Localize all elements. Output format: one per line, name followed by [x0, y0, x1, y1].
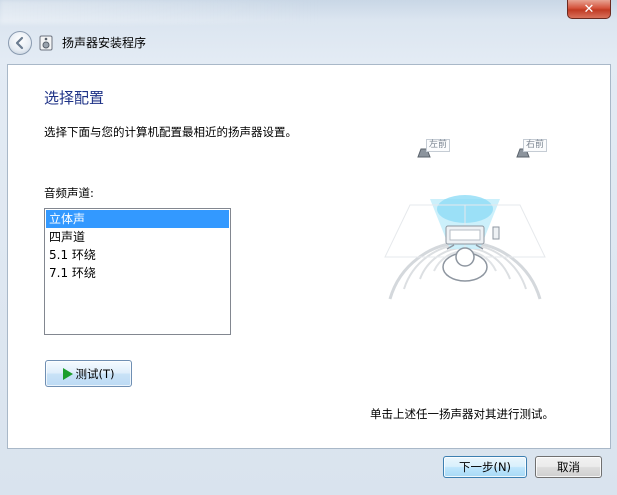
front-right-speaker-label[interactable]: 右前 — [523, 139, 548, 152]
back-arrow-icon — [15, 36, 24, 50]
close-icon: ✕ — [583, 1, 595, 17]
speaker-diagram: 左前 右前 — [380, 139, 550, 321]
channel-label: 音频声道: — [44, 186, 94, 200]
speaker-layout-graphic — [384, 148, 546, 300]
front-left-speaker-label[interactable]: 左前 — [426, 139, 451, 152]
window-title: 扬声器安装程序 — [62, 36, 147, 50]
channel-list[interactable]: 立体声 四声道 5.1 环绕 7.1 环绕 — [44, 208, 231, 335]
test-button[interactable]: 测试(T) — [45, 360, 132, 387]
list-item-5-1[interactable]: 5.1 环绕 — [46, 246, 229, 264]
next-button[interactable]: 下一步(N) — [443, 456, 527, 478]
back-button[interactable] — [8, 31, 32, 55]
content-panel: 选择配置 选择下面与您的计算机配置最相近的扬声器设置。 音频声道: 立体声 四声… — [7, 64, 611, 449]
cancel-button[interactable]: 取消 — [535, 456, 602, 478]
list-item-stereo[interactable]: 立体声 — [46, 210, 229, 228]
list-item-7-1[interactable]: 7.1 环绕 — [46, 264, 229, 282]
instruction-text: 选择下面与您的计算机配置最相近的扬声器设置。 — [44, 125, 297, 139]
window-frame: ✕ 扬声器安装程序 选择配置 选择下面与您的计算机配置最相近的扬声器设置。 音频… — [0, 0, 617, 495]
page-title: 选择配置 — [44, 89, 105, 107]
play-icon — [62, 367, 73, 380]
list-item-quad[interactable]: 四声道 — [46, 228, 229, 246]
speaker-app-icon — [39, 35, 53, 51]
close-button[interactable]: ✕ — [567, 0, 611, 19]
speaker-hint-text: 单击上述任一扬声器对其进行测试。 — [370, 407, 554, 421]
footer-bar: 下一步(N) 取消 — [0, 449, 617, 495]
test-button-label: 测试(T) — [75, 366, 115, 381]
